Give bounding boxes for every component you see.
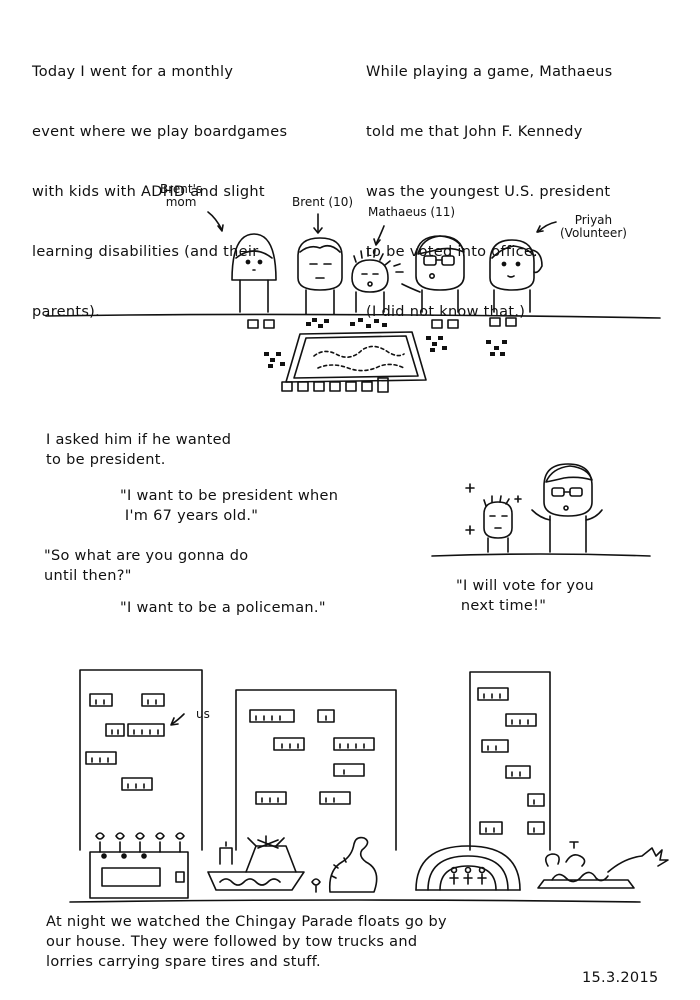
ground-line	[69, 899, 641, 903]
brent-figure	[297, 237, 343, 315]
brents-mom-figure	[231, 233, 277, 313]
adult-with-glasses-figure	[401, 235, 465, 313]
float-dragon	[537, 841, 669, 889]
float-swan	[311, 836, 378, 893]
building-middle	[235, 689, 397, 851]
mathaeus-figure	[351, 248, 404, 313]
float-boat	[207, 835, 305, 891]
building-left	[79, 669, 203, 851]
comic-drawings	[45, 211, 669, 903]
label-arrows	[207, 211, 557, 246]
vote-scene	[431, 463, 651, 557]
float-rainbow	[415, 845, 521, 891]
board-game	[247, 317, 517, 393]
priyah-figure	[489, 239, 543, 313]
float-flower-truck	[89, 832, 189, 899]
building-right	[469, 671, 551, 851]
table-edge-line	[45, 313, 661, 319]
